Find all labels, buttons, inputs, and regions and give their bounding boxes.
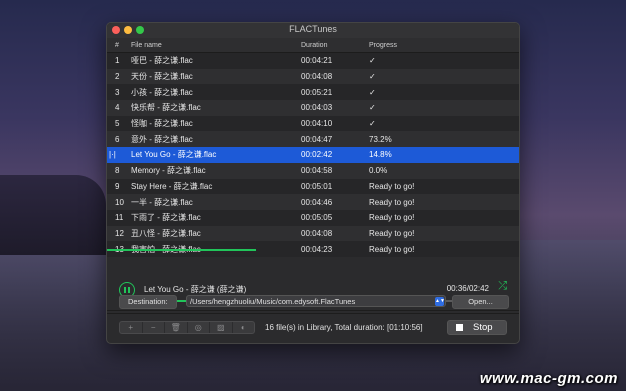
chevron-updown-icon: ▲▼ (435, 297, 445, 306)
table-row[interactable]: Let You Go - 薛之谦.flac 00:02:42 14.8% |·| (107, 147, 519, 163)
row-duration: 00:04:46 (301, 197, 333, 207)
row-duration: 00:05:05 (301, 213, 333, 223)
row-file-name: 小孩 - 薛之谦.flac (131, 87, 193, 97)
app-window: FLACTunes # File name Duration Progress … (106, 22, 520, 344)
row-file-name: 下雨了 - 薛之谦.flac (131, 213, 201, 223)
pause-icon-bar (124, 287, 126, 293)
row-num: 6 (115, 134, 120, 144)
row-duration: 00:04:21 (301, 56, 333, 66)
shuffle-icon[interactable]: ⤮ (498, 280, 507, 293)
file-table: # File name Duration Progress 1 哑巴 - 薛之谦.… (107, 38, 519, 271)
overall-progress-bar (107, 249, 257, 251)
row-num: 11 (115, 213, 124, 223)
row-duration: 00:05:01 (301, 181, 333, 191)
add-icon[interactable]: + (120, 322, 143, 333)
stop-button[interactable]: Stop (447, 320, 507, 335)
table-row[interactable]: 6 意外 - 薛之谦.flac 00:04:47 73.2% (107, 131, 519, 148)
row-duration: 00:02:42 (301, 150, 333, 160)
row-progress: ✓ (369, 56, 376, 66)
table-row[interactable]: 8 Memory - 薛之谦.flac 00:04:58 0.0% (107, 162, 519, 179)
row-num: 8 (115, 166, 120, 176)
row-file-name: 怪咖 - 薛之谦.flac (131, 119, 193, 129)
row-file-name: 丑八怪 - 薛之谦.flac (131, 228, 201, 238)
library-status: 16 file(s) in Library, Total duration: [… (265, 323, 423, 332)
divider (107, 313, 519, 314)
playback-time: 00:36/02:42 (446, 284, 489, 293)
row-duration: 00:04:08 (301, 228, 333, 238)
globe-icon[interactable]: ◐ (233, 322, 255, 333)
row-num: 10 (115, 197, 124, 207)
table-row[interactable]: 5 怪咖 - 薛之谦.flac 00:04:10 ✓ (107, 115, 519, 132)
row-duration: 00:04:58 (301, 166, 333, 176)
row-num: 9 (115, 181, 120, 191)
trash-icon[interactable]: 🗑 (165, 322, 188, 333)
row-progress: ✓ (369, 72, 376, 82)
watermark: www.mac-gm.com (479, 370, 618, 387)
column-header-num[interactable]: # (107, 42, 131, 49)
destination-button[interactable]: Destination: (119, 295, 177, 309)
table-row[interactable]: 1 哑巴 - 薛之谦.flac 00:04:21 ✓ (107, 53, 519, 69)
table-row[interactable]: 12 丑八怪 - 薛之谦.flac 00:04:08 Ready to go! (107, 225, 519, 242)
table-row[interactable]: 3 小孩 - 薛之谦.flac 00:05:21 ✓ (107, 84, 519, 101)
row-file-name: 一半 - 薛之谦.flac (131, 197, 193, 207)
row-progress: ✓ (369, 119, 376, 129)
row-progress: Ready to go! (369, 181, 415, 191)
row-num: 4 (115, 103, 120, 113)
open-button[interactable]: Open... (452, 295, 509, 309)
table-body: 1 哑巴 - 薛之谦.flac 00:04:21 ✓ 2 天份 - 薛之谦.flac 00:… (107, 53, 519, 257)
row-num: 3 (115, 87, 120, 97)
row-num: 12 (115, 228, 124, 238)
image-icon[interactable]: ▨ (210, 322, 233, 333)
row-duration: 00:04:03 (301, 103, 333, 113)
row-num: 5 (115, 119, 120, 129)
table-header: # File name Duration Progress (107, 38, 519, 53)
row-progress: 73.2% (369, 134, 392, 144)
row-progress: ✓ (369, 103, 376, 113)
divider (107, 310, 519, 311)
background-rock (0, 175, 106, 255)
row-progress: Ready to go! (369, 244, 415, 254)
destination-path-text: /Users/hengzhuoliu/Music/com.edysoft.Fla… (190, 297, 356, 306)
title-bar: FLACTunes (107, 23, 519, 39)
now-playing-title: Let You Go - 薛之谦 (薛之谦) (144, 285, 247, 294)
row-duration: 00:04:10 (301, 119, 333, 129)
table-row[interactable]: 4 快乐帮 - 薛之谦.flac 00:04:03 ✓ (107, 100, 519, 116)
pause-icon-bar (128, 287, 130, 293)
table-row[interactable]: 2 天份 - 薛之谦.flac 00:04:08 ✓ (107, 68, 519, 85)
row-file-name: 意外 - 薛之谦.flac (131, 134, 193, 144)
row-file-name: Stay Here - 薛之谦.flac (131, 181, 213, 191)
row-duration: 00:04:47 (301, 134, 333, 144)
row-progress: Ready to go! (369, 228, 415, 238)
stop-label: Stop (473, 322, 493, 333)
column-header-progress[interactable]: Progress (369, 42, 519, 49)
table-row[interactable]: 9 Stay Here - 薛之谦.flac 00:05:01 Ready to go… (107, 178, 519, 195)
destination-path-select[interactable]: /Users/hengzhuoliu/Music/com.edysoft.Fla… (186, 295, 446, 307)
row-progress: Ready to go! (369, 213, 415, 223)
row-duration: 00:04:08 (301, 72, 333, 82)
stop-icon (456, 324, 463, 331)
edit-toolbar: + − 🗑 ◎ ▨ ◐ (119, 321, 255, 334)
playing-indicator-icon: |·| (109, 150, 116, 160)
row-file-name: Let You Go - 薛之谦.flac (131, 150, 217, 160)
row-progress: Ready to go! (369, 197, 415, 207)
table-row[interactable]: 10 一半 - 薛之谦.flac 00:04:46 Ready to go! (107, 194, 519, 210)
row-file-name: 天份 - 薛之谦.flac (131, 72, 193, 82)
row-duration: 00:05:21 (301, 87, 333, 97)
row-file-name: 哑巴 - 薛之谦.flac (131, 56, 193, 66)
row-progress: 0.0% (369, 166, 388, 176)
column-header-duration[interactable]: Duration (301, 42, 369, 49)
row-file-name: 快乐帮 - 薛之谦.flac (131, 103, 201, 113)
row-num: 1 (115, 56, 120, 66)
row-progress: ✓ (369, 87, 376, 97)
info-icon[interactable]: ◎ (188, 322, 210, 333)
remove-icon[interactable]: − (143, 322, 165, 333)
row-file-name: Memory - 薛之谦.flac (131, 166, 206, 176)
table-row[interactable]: 11 下雨了 - 薛之谦.flac 00:05:05 Ready to go! (107, 209, 519, 226)
row-duration: 00:04:23 (301, 244, 333, 254)
window-title: FLACTunes (289, 24, 337, 34)
row-num: 2 (115, 72, 120, 82)
row-progress: 14.8% (369, 150, 392, 160)
column-header-name[interactable]: File name (131, 42, 301, 49)
